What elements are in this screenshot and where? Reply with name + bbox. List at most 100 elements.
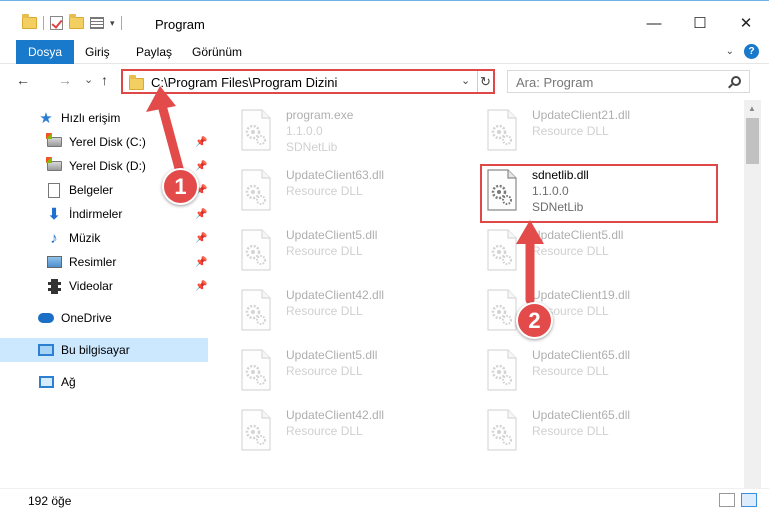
tiles-view-icon[interactable] (741, 493, 757, 507)
sidebar-item-label: Ağ (61, 375, 76, 389)
tab-view[interactable]: Görünüm (180, 40, 254, 64)
navigation-pane: ★ Hızlı erişim Yerel Disk (C:) 📌 Yerel D… (0, 100, 210, 488)
help-icon[interactable]: ? (744, 44, 759, 59)
ribbon-controls: ⌄ ? (726, 44, 759, 59)
details-view-icon[interactable] (719, 493, 735, 507)
file-item[interactable]: UpdateClient63.dll Resource DLL (238, 166, 468, 220)
expand-ribbon-icon[interactable]: ⌄ (726, 46, 734, 57)
file-item[interactable]: UpdateClient42.dll Resource DLL (238, 406, 468, 460)
separator (120, 16, 122, 30)
separator (43, 16, 44, 30)
document-icon (46, 182, 62, 198)
sidebar-item-label: Yerel Disk (D:) (69, 159, 146, 173)
file-detail: Resource DLL (286, 364, 363, 378)
recent-locations-button[interactable]: ⌄ (84, 73, 93, 86)
file-name: UpdateClient65.dll (532, 408, 631, 422)
sidebar-item-network[interactable]: Ağ (0, 370, 208, 394)
file-detail: Resource DLL (286, 304, 363, 318)
file-item[interactable]: UpdateClient42.dll Resource DLL (238, 286, 468, 340)
sidebar-item-local-disk-c[interactable]: Yerel Disk (C:) 📌 (0, 130, 208, 154)
up-button[interactable]: ↑ (101, 72, 108, 88)
title-bar: ▾ Program — ☐ ✕ (0, 0, 769, 44)
address-bar[interactable]: C:\Program Files\Program Dizini ⌄ ↻ (121, 69, 495, 94)
view-icon[interactable] (90, 17, 104, 29)
cloud-icon (38, 310, 54, 326)
sidebar-item-label: Yerel Disk (C:) (69, 135, 146, 149)
file-name: UpdateClient5.dll (532, 228, 624, 242)
quick-access-toolbar: ▾ (22, 14, 122, 30)
file-item[interactable]: UpdateClient65.dll Resource DLL (484, 406, 714, 460)
pin-icon[interactable]: 📌 (195, 161, 207, 172)
address-dropdown-icon[interactable]: ⌄ (461, 74, 470, 87)
navigation-bar: ← → ⌄ ↑ C:\Program Files\Program Dizini … (0, 66, 769, 98)
sidebar-item-music[interactable]: ♪ Müzik 📌 (0, 226, 208, 250)
customize-toolbar-icon[interactable]: ▾ (110, 18, 115, 29)
file-name: UpdateClient5.dll (286, 348, 378, 362)
dll-icon (241, 409, 271, 451)
window-controls: — ☐ ✕ (631, 1, 769, 45)
close-button[interactable]: ✕ (723, 1, 769, 45)
file-item[interactable]: UpdateClient65.dll Resource DLL (484, 346, 714, 400)
view-switcher (719, 493, 757, 507)
pin-icon[interactable]: 📌 (195, 137, 207, 148)
file-name: UpdateClient5.dll (286, 228, 378, 242)
file-item[interactable]: UpdateClient5.dll Resource DLL (238, 346, 468, 400)
drive-icon (45, 157, 62, 174)
dll-icon (487, 229, 517, 271)
computer-icon (38, 342, 54, 358)
file-detail: 1.1.0.0 (286, 124, 323, 138)
search-icon[interactable] (731, 76, 741, 86)
exe-icon (241, 109, 271, 151)
sidebar-item-videos[interactable]: Videolar 📌 (0, 274, 208, 298)
file-item[interactable]: program.exe 1.1.0.0 SDNetLib (238, 106, 468, 160)
folder-icon[interactable] (22, 14, 37, 29)
search-box[interactable]: Ara: Program (507, 70, 750, 93)
step-1-badge: 1 (162, 168, 199, 205)
refresh-icon[interactable]: ↻ (477, 71, 493, 92)
file-detail: Resource DLL (286, 424, 363, 438)
file-detail: Resource DLL (532, 424, 609, 438)
address-path[interactable]: C:\Program Files\Program Dizini (151, 75, 337, 90)
file-item[interactable]: UpdateClient5.dll Resource DLL (238, 226, 468, 280)
properties-check-icon[interactable] (50, 16, 63, 30)
ribbon-tabs: Dosya Giriş Paylaş Görünüm ⌄ ? (0, 40, 769, 64)
drive-icon (45, 133, 62, 150)
pin-icon[interactable]: 📌 (195, 257, 207, 268)
scrollbar-thumb[interactable] (746, 118, 759, 164)
download-icon: ⬇ (47, 206, 61, 223)
sidebar-item-label: Hızlı erişim (61, 111, 121, 125)
file-list: program.exe 1.1.0.0 SDNetLib UpdateClient21… (210, 100, 769, 488)
file-item[interactable]: UpdateClient21.dll Resource DLL (484, 106, 714, 160)
file-detail: Resource DLL (532, 364, 609, 378)
pin-icon[interactable]: 📌 (195, 209, 207, 220)
search-placeholder[interactable]: Ara: Program (516, 75, 593, 90)
back-button[interactable]: ← (16, 72, 30, 88)
sidebar-item-downloads[interactable]: ⬇ İndirmeler 📌 (0, 202, 208, 226)
sidebar-item-label: Videolar (69, 279, 113, 293)
sidebar-item-onedrive[interactable]: OneDrive (0, 306, 208, 330)
sidebar-item-pictures[interactable]: Resimler 📌 (0, 250, 208, 274)
file-company: SDNetLib (286, 140, 338, 154)
video-icon (46, 278, 62, 294)
dll-icon (241, 169, 271, 211)
new-folder-icon[interactable] (69, 14, 84, 29)
minimize-button[interactable]: — (631, 1, 677, 45)
sidebar-item-this-pc[interactable]: Bu bilgisayar (0, 338, 208, 362)
file-item[interactable]: UpdateClient5.dll Resource DLL (484, 226, 714, 280)
tab-home[interactable]: Giriş (73, 40, 122, 64)
tab-file[interactable]: Dosya (16, 40, 75, 64)
tab-share[interactable]: Paylaş (124, 40, 184, 64)
pin-icon[interactable]: 📌 (195, 281, 207, 292)
scroll-up-icon[interactable]: ▲ (748, 104, 756, 113)
dll-icon (487, 349, 517, 391)
sidebar-item-quick-access[interactable]: ★ Hızlı erişim (0, 106, 208, 130)
sidebar-item-label: Belgeler (69, 183, 114, 197)
maximize-button[interactable]: ☐ (677, 1, 723, 45)
pin-icon[interactable]: 📌 (195, 233, 207, 244)
dll-icon (487, 409, 517, 451)
sidebar-item-label: Bu bilgisayar (61, 343, 130, 357)
vertical-scrollbar[interactable]: ▲ (744, 100, 761, 488)
highlight-box (480, 164, 718, 223)
file-name: UpdateClient65.dll (532, 348, 631, 362)
forward-button[interactable]: → (58, 72, 72, 88)
